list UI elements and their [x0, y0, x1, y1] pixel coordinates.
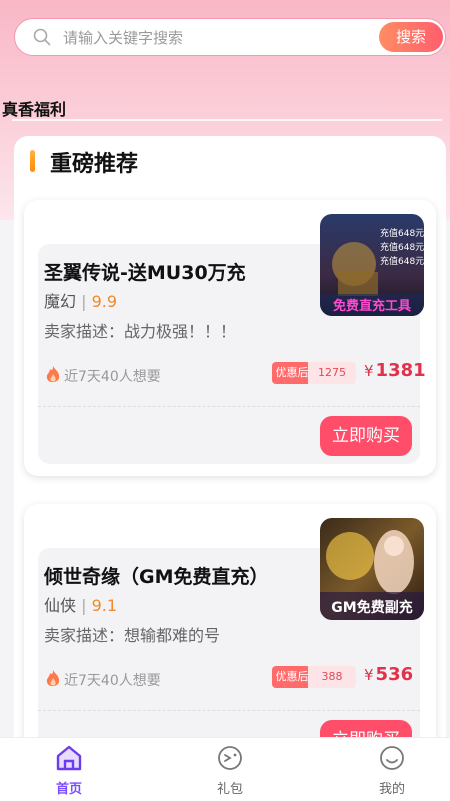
tab-profile[interactable]: 我的 — [352, 744, 432, 797]
thumb-line: 充值648元 — [380, 227, 424, 239]
tab-label: 我的 — [378, 782, 405, 797]
smile-icon — [380, 746, 404, 770]
discount-label: 优惠后 — [272, 362, 312, 384]
game-score: 9.9 — [91, 292, 118, 311]
tab-home[interactable]: 首页 — [29, 744, 109, 797]
discount-value: 1275 — [308, 362, 356, 384]
game-meta: 仙侠 | 9.1 — [44, 596, 118, 615]
want-count: 近7天40人想要 — [44, 669, 161, 690]
thumb-caption: GM免费副充 — [331, 599, 412, 616]
price: ¥536 — [364, 664, 414, 685]
bottom-tab-bar: 首页 礼包 我的 — [0, 737, 450, 801]
discount-value: 388 — [308, 666, 356, 688]
game-score: 9.1 — [91, 596, 118, 615]
want-count: 近7天40人想要 — [44, 365, 161, 386]
game-card[interactable]: 充值648元 充值648元 充值648元 免费直充工具 圣翼传说-送MU30万充… — [24, 200, 436, 476]
game-genre: 仙侠 — [44, 596, 77, 615]
tab-label: 首页 — [55, 782, 82, 797]
search-bar[interactable]: 搜索 — [14, 18, 446, 56]
search-icon — [33, 28, 51, 46]
game-genre: 魔幻 — [44, 292, 77, 311]
tab-label: 礼包 — [216, 782, 243, 797]
gift-icon — [218, 746, 242, 770]
fire-icon — [46, 670, 60, 687]
game-thumbnail[interactable]: GM免费副充 — [320, 518, 424, 620]
thumb-line: 充值648元 — [380, 241, 424, 253]
divider — [12, 119, 442, 121]
game-meta: 魔幻 | 9.9 — [44, 292, 118, 311]
title-accent-bar — [30, 150, 35, 172]
game-title[interactable]: 倾世奇缘（GM免费直充） — [44, 562, 269, 589]
game-title[interactable]: 圣翼传说-送MU30万充 — [44, 258, 246, 285]
game-thumbnail[interactable]: 充值648元 充值648元 充值648元 免费直充工具 — [320, 214, 424, 316]
game-thumbnail-art: GM免费副充 — [320, 518, 424, 620]
panel-title: 重磅推荐 — [50, 152, 139, 177]
seller-description: 卖家描述：想输都难的号 — [44, 626, 221, 645]
tab-gift[interactable]: 礼包 — [190, 744, 270, 797]
search-input[interactable] — [61, 23, 365, 53]
section-label: 真香福利 — [2, 100, 67, 119]
dashed-divider — [38, 406, 420, 407]
seller-description: 卖家描述：战力极强！！！ — [44, 322, 237, 341]
fire-icon — [46, 366, 60, 383]
discount-label: 优惠后 — [272, 666, 312, 688]
game-thumbnail-art: 充值648元 充值648元 充值648元 免费直充工具 — [320, 214, 424, 316]
buy-now-button[interactable]: 立即购买 — [320, 416, 412, 456]
search-button[interactable]: 搜索 — [379, 22, 443, 52]
price: ¥1381 — [364, 360, 426, 381]
dashed-divider — [38, 710, 420, 711]
thumb-line: 充值648元 — [380, 255, 424, 267]
home-icon — [56, 745, 82, 771]
thumb-caption: 免费直充工具 — [333, 298, 411, 314]
